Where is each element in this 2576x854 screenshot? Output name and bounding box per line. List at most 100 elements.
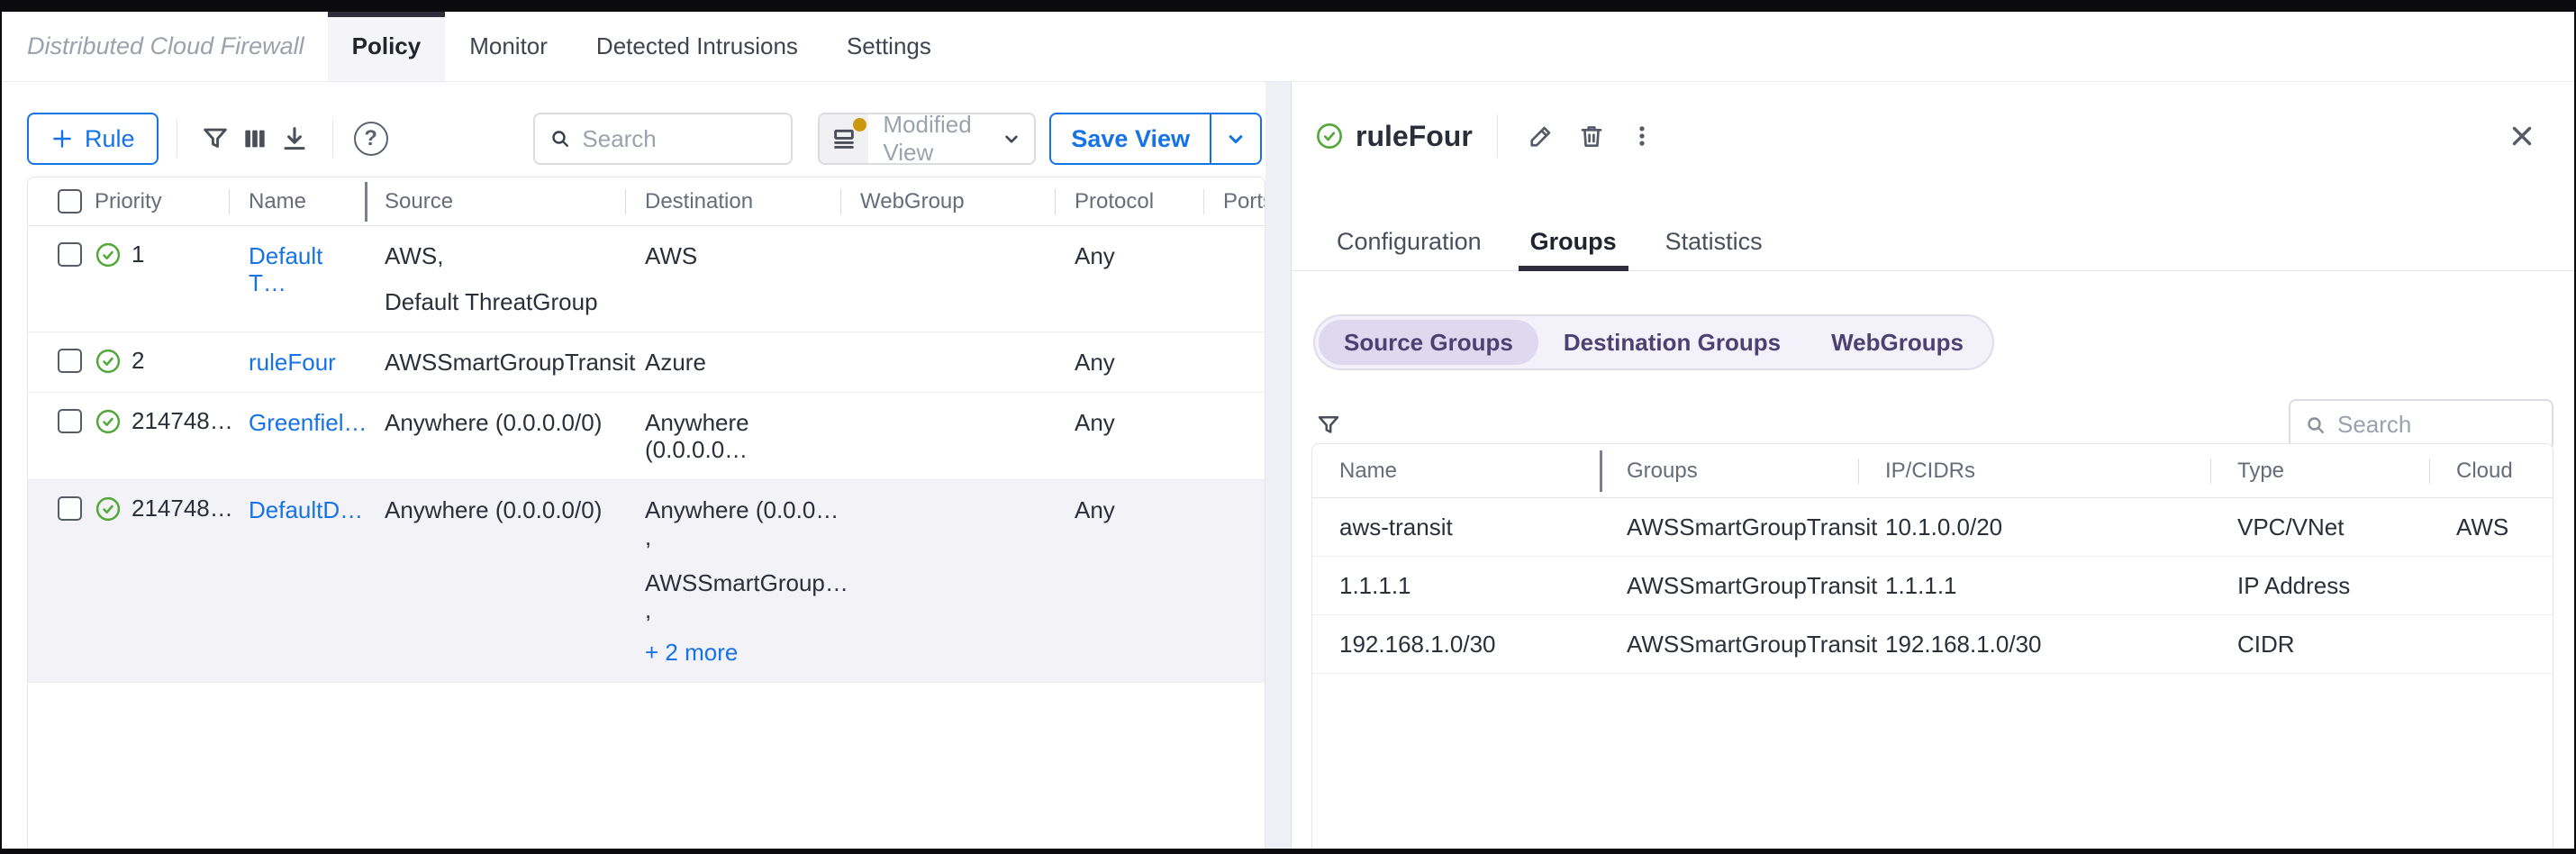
rule-enabled-check-icon [95, 348, 122, 375]
rule-name-link[interactable]: Default T… [229, 242, 365, 315]
view-layout-icon [820, 114, 868, 163]
rule-webgroup [840, 496, 1055, 666]
header-divider [1497, 114, 1498, 158]
row-checkbox[interactable] [58, 242, 82, 267]
rule-destination: AWS [625, 242, 840, 315]
rules-table: Priority Name Source Destination WebGrou… [27, 177, 1265, 849]
groups-search-input[interactable] [2337, 411, 2537, 439]
column-header-ip-cidrs: IP/CIDRs [1858, 459, 2210, 484]
rule-detail-header: ruleFour [1292, 91, 2574, 181]
column-header-webgroup: WebGroup [840, 189, 1055, 214]
rule-name-link[interactable]: Greenfiel… [229, 409, 365, 463]
download-icon[interactable] [275, 119, 314, 159]
group-type-segmented-control: Source Groups Destination Groups WebGrou… [1313, 314, 1994, 370]
filter-icon[interactable] [1315, 412, 1342, 439]
rule-name-link[interactable]: ruleFour [229, 349, 365, 376]
rule-protocol: Any [1055, 242, 1203, 315]
top-tab-bar: Distributed Cloud Firewall Policy Monito… [2, 12, 2574, 82]
group-type: CIDR [2210, 631, 2429, 659]
help-icon[interactable]: ? [351, 119, 391, 159]
table-row[interactable]: aws-transit AWSSmartGroupTransit 10.1.0.… [1312, 498, 2553, 557]
chevron-down-icon [1000, 127, 1034, 150]
table-row[interactable]: 1.1.1.1 AWSSmartGroupTransit 1.1.1.1 IP … [1312, 557, 2553, 615]
row-checkbox[interactable] [58, 349, 82, 373]
group-cloud: AWS [2429, 513, 2553, 541]
rule-protocol: Any [1055, 496, 1203, 666]
row-checkbox[interactable] [58, 409, 82, 433]
rule-source: AWS, [385, 242, 625, 269]
tab-monitor[interactable]: Monitor [445, 12, 572, 81]
column-header-destination: Destination [625, 189, 840, 214]
select-all-checkbox[interactable] [58, 189, 82, 214]
column-header-cloud: Cloud [2429, 459, 2553, 484]
tab-statistics[interactable]: Statistics [1654, 214, 1774, 270]
edit-pencil-icon[interactable] [1522, 117, 1560, 155]
column-header-protocol: Protocol [1055, 189, 1203, 214]
rule-source: Anywhere (0.0.0.0/0) [365, 496, 625, 666]
rule-webgroup [840, 409, 1055, 463]
more-options-kebab-icon[interactable] [1623, 117, 1661, 155]
rule-destination: Anywhere (0.0.0… , [645, 496, 840, 550]
tab-detected-intrusions[interactable]: Detected Intrusions [572, 12, 822, 81]
policy-rules-panel: Rule ? [2, 82, 1265, 849]
rules-search-box [533, 113, 793, 165]
column-header-groups: Groups [1600, 459, 1858, 484]
panel-gutter [1265, 82, 1291, 849]
rule-detail-title: ruleFour [1356, 120, 1473, 153]
row-checkbox[interactable] [58, 496, 82, 521]
rule-name-link[interactable]: DefaultD… [229, 496, 365, 666]
rule-webgroup [840, 349, 1055, 376]
rule-ports [1203, 349, 1265, 376]
group-name: aws-transit [1312, 513, 1600, 541]
group-groups: AWSSmartGroupTransit [1600, 572, 1858, 600]
detail-tab-bar: Configuration Groups Statistics [1292, 214, 2574, 271]
rule-priority: 214748… [132, 495, 233, 522]
group-type: IP Address [2210, 572, 2429, 600]
group-name: 192.168.1.0/30 [1312, 631, 1600, 659]
segment-webgroups[interactable]: WebGroups [1806, 320, 1989, 365]
tab-groups[interactable]: Groups [1519, 214, 1628, 270]
rule-destination: AWSSmartGroup… , [645, 569, 840, 623]
show-more-link[interactable]: + 2 more [645, 639, 840, 666]
rule-protocol: Any [1055, 349, 1203, 376]
column-header-priority: Priority [95, 189, 162, 214]
save-view-button[interactable]: Save View [1051, 114, 1210, 163]
table-row[interactable]: 2 ruleFour AWSSmartGroupTransit Azure An… [28, 332, 1265, 393]
table-row[interactable]: 1 Default T… AWS, Default ThreatGroup AW… [28, 226, 1265, 332]
save-view-caret-button[interactable] [1211, 114, 1260, 163]
add-rule-button[interactable]: Rule [27, 113, 159, 165]
tab-settings[interactable]: Settings [822, 12, 956, 81]
rule-ports [1203, 242, 1265, 315]
segment-source-groups[interactable]: Source Groups [1319, 320, 1538, 365]
rule-destination: Azure [625, 349, 840, 376]
source-groups-table: Name Groups IP/CIDRs Type Cloud aws-tran… [1311, 443, 2553, 849]
toolbar-divider [332, 120, 333, 158]
group-groups: AWSSmartGroupTransit [1600, 631, 1858, 659]
rule-priority: 1 [132, 241, 144, 268]
close-icon[interactable] [2502, 116, 2542, 156]
rules-search-input[interactable] [582, 125, 776, 153]
breadcrumb-context-label: Distributed Cloud Firewall [2, 12, 328, 81]
delete-trash-icon[interactable] [1573, 117, 1610, 155]
table-row[interactable]: 192.168.1.0/30 AWSSmartGroupTransit 192.… [1312, 615, 2553, 674]
table-row[interactable]: 214748… Greenfiel… Anywhere (0.0.0.0/0) … [28, 393, 1265, 480]
group-ip-cidr: 10.1.0.0/20 [1858, 513, 2210, 541]
tab-configuration[interactable]: Configuration [1325, 214, 1493, 270]
rule-ports [1203, 409, 1265, 463]
rule-priority: 214748… [132, 407, 233, 435]
view-selector-dropdown[interactable]: Modified View [818, 113, 1036, 165]
filter-icon[interactable] [195, 119, 235, 159]
rule-enabled-check-icon [95, 408, 122, 435]
table-row[interactable]: 214748… DefaultD… Anywhere (0.0.0.0/0) A… [28, 480, 1265, 683]
column-header-type: Type [2210, 459, 2429, 484]
rule-priority: 2 [132, 347, 144, 375]
tab-policy[interactable]: Policy [328, 12, 446, 81]
modified-indicator-dot [853, 118, 866, 132]
segment-destination-groups[interactable]: Destination Groups [1538, 320, 1806, 365]
column-header-name: Name [229, 189, 365, 214]
group-groups: AWSSmartGroupTransit [1600, 513, 1858, 541]
columns-icon[interactable] [235, 119, 275, 159]
rule-source: AWSSmartGroupTransit [365, 349, 625, 376]
rule-ports [1203, 496, 1265, 666]
group-ip-cidr: 1.1.1.1 [1858, 572, 2210, 600]
